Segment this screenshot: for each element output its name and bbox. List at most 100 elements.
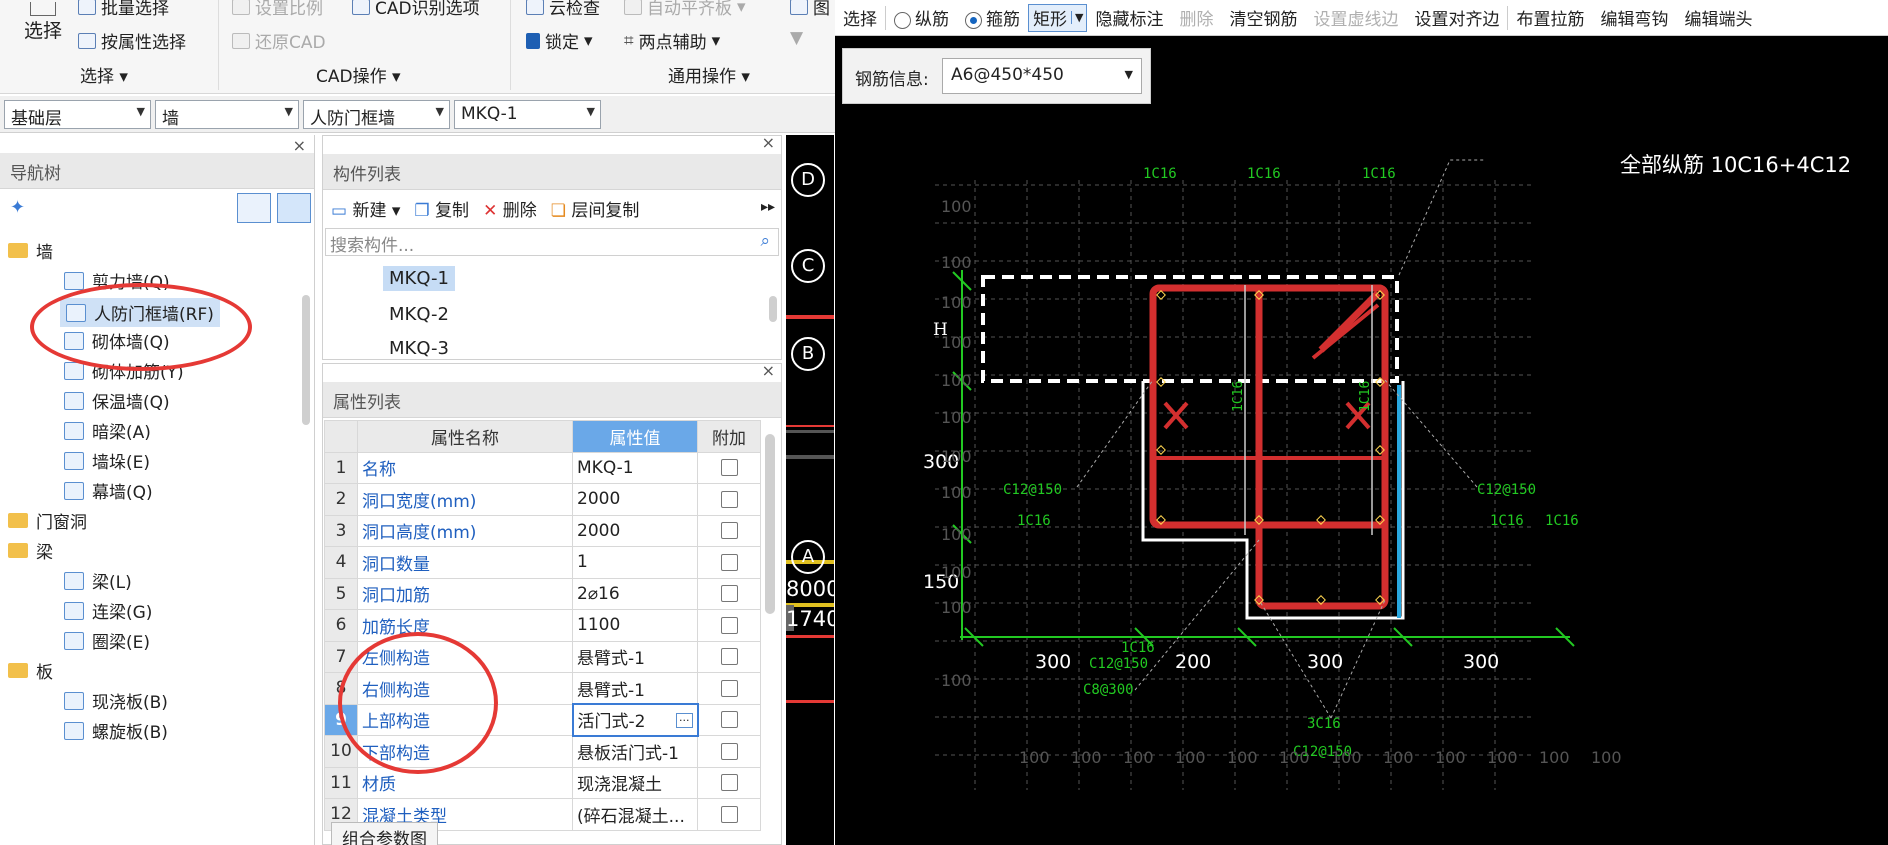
checkbox[interactable] (720, 616, 738, 634)
rebar-info-input[interactable]: A6@450*450 ▼ (942, 58, 1142, 94)
figure-button[interactable]: 图 (790, 0, 830, 19)
list-item[interactable]: MKQ-1 (383, 266, 455, 291)
filter-button[interactable]: ▼ (790, 28, 803, 48)
property-value[interactable]: 活门式-2 ··· (571, 703, 699, 737)
cad-canvas[interactable]: 全部纵筋 10C16+4C12 1C16 1C16 1C16 H 300 150… (835, 0, 1888, 845)
attr-select-button[interactable]: 按属性选择 (78, 28, 186, 53)
checkbox[interactable] (720, 490, 738, 508)
sparkle-icon[interactable]: ✦ (10, 197, 25, 218)
checkbox[interactable] (720, 522, 738, 540)
property-value[interactable]: 现浇混凝土 (572, 766, 698, 799)
checkbox[interactable] (720, 774, 738, 792)
cad-recognize-button[interactable]: CAD识别选项 (352, 0, 480, 19)
property-value[interactable]: 悬臂式-1 (572, 640, 698, 673)
checkbox[interactable] (720, 553, 738, 571)
table-row[interactable]: 3 洞口高度(mm) 2000 (324, 514, 761, 547)
checkbox[interactable] (720, 585, 738, 603)
checkbox[interactable] (720, 459, 738, 477)
restore-cad-button[interactable]: 还原CAD (232, 28, 326, 53)
place-tie-button[interactable]: 布置拉筋 (1508, 5, 1592, 30)
property-value[interactable]: 2000 (572, 514, 698, 547)
component-select[interactable]: MKQ-1 ▼ (454, 100, 601, 129)
tree-item[interactable]: 幕墙(Q) (64, 478, 153, 503)
floor-copy-button[interactable]: ❏ 层间复制 (551, 196, 640, 221)
table-row[interactable]: 2 洞口宽度(mm) 2000 (324, 483, 761, 516)
copy-button[interactable]: ❐ 复制 (414, 196, 469, 221)
select-big-button[interactable]: 选择 (14, 2, 72, 43)
search-input[interactable]: 搜索构件... ⌕ (325, 228, 779, 256)
detail-view-icon[interactable] (277, 193, 311, 223)
stirrup-radio[interactable]: 箍筋 (957, 5, 1028, 30)
select-button[interactable]: 选择 (835, 5, 885, 30)
scrollbar[interactable] (765, 434, 775, 614)
hide-label-button[interactable]: 隐藏标注 (1087, 5, 1171, 30)
property-value[interactable]: 2⌀16 (572, 577, 698, 610)
set-align-edge-button[interactable]: 设置对齐边 (1406, 5, 1507, 30)
cloud-check-button[interactable]: 云检查 (526, 0, 600, 19)
set-virtual-edge-button[interactable]: 设置虚线边 (1305, 5, 1406, 30)
new-button[interactable]: ▭ 新建 ▾ (331, 196, 400, 221)
list-view-icon[interactable] (237, 193, 271, 223)
property-value[interactable]: MKQ-1 (572, 451, 698, 484)
tree-folder[interactable]: 墙 (8, 238, 53, 263)
edit-end-button[interactable]: 编辑端头 (1676, 5, 1760, 30)
scrollbar[interactable] (769, 296, 777, 322)
scrollbar[interactable] (302, 295, 310, 425)
property-value[interactable]: 悬板活门式-1 (572, 735, 698, 768)
tree-item[interactable]: 暗梁(A) (64, 418, 151, 443)
tree-folder[interactable]: 梁 (8, 538, 53, 563)
extra-cell (697, 577, 761, 610)
group-select-label[interactable]: 选择 ▾ (80, 62, 128, 87)
two-point-aux-button[interactable]: ⌗ 两点辅助 ▾ (624, 28, 720, 54)
rebar-drawing[interactable]: 全部纵筋 10C16+4C12 1C16 1C16 1C16 H 300 150… (835, 0, 1888, 845)
checkbox[interactable] (720, 679, 738, 697)
close-icon[interactable]: × (293, 136, 306, 155)
tab-combined-params[interactable]: 组合参数图 (331, 822, 438, 845)
property-value[interactable]: 1 (572, 546, 698, 579)
checkbox[interactable] (720, 742, 738, 760)
tree-item[interactable]: 保温墙(Q) (64, 388, 170, 413)
tree-item[interactable]: 连梁(G) (64, 598, 152, 623)
type-select[interactable]: 墙 ▼ (155, 100, 299, 129)
close-icon[interactable]: × (762, 133, 775, 152)
table-row[interactable]: 1 名称 MKQ-1 (324, 451, 761, 484)
delete-button[interactable]: 删除 (1171, 5, 1221, 30)
subtype-select[interactable]: 人防门框墙 ▼ (303, 100, 450, 129)
ellipsis-button[interactable]: ··· (676, 713, 693, 729)
floor-select[interactable]: 基础层 ▼ (4, 100, 151, 129)
table-row[interactable]: 11 材质 现浇混凝土 (324, 766, 761, 799)
tree-item[interactable]: 螺旋板(B) (64, 718, 168, 743)
table-row[interactable]: 5 洞口加筋 2⌀16 (324, 577, 761, 610)
tree-folder[interactable]: 门窗洞 (8, 508, 87, 533)
tree-item[interactable]: 梁(L) (64, 568, 132, 593)
clear-rebar-button[interactable]: 清空钢筋 (1221, 5, 1305, 30)
lock-button[interactable]: 锁定 ▾ (526, 28, 593, 53)
more-icon[interactable]: ▸▸ (761, 199, 775, 215)
checkbox[interactable] (720, 711, 738, 729)
property-value[interactable]: (碎石混凝土... (572, 798, 698, 831)
list-item[interactable]: MKQ-3 (383, 336, 455, 358)
tree-item[interactable]: 圈梁(E) (64, 628, 150, 653)
close-icon[interactable]: × (762, 361, 775, 380)
property-value[interactable]: 1100 (572, 609, 698, 642)
tree-folder[interactable]: 板 (8, 658, 53, 683)
tree-item[interactable]: 墙垛(E) (64, 448, 150, 473)
table-row[interactable]: 4 洞口数量 1 (324, 546, 761, 579)
delete-button[interactable]: ✕ 删除 (483, 196, 537, 221)
batch-select-button[interactable]: 批量选择 (78, 0, 169, 19)
list-item[interactable]: MKQ-2 (383, 302, 455, 327)
edit-hook-button[interactable]: 编辑弯钩 (1592, 5, 1676, 30)
shape-select[interactable]: 矩形 ▼ (1028, 3, 1088, 32)
property-header: 属性列表 (323, 382, 781, 418)
group-general-label[interactable]: 通用操作 ▾ (668, 62, 750, 87)
tree-item[interactable]: 现浇板(B) (64, 688, 168, 713)
property-value[interactable]: 悬臂式-1 (572, 672, 698, 705)
set-scale-button[interactable]: 设置比例 (232, 0, 323, 19)
auto-align-button[interactable]: 自动平齐板 ▾ (624, 0, 746, 19)
checkbox[interactable] (720, 648, 738, 666)
group-cad-label[interactable]: CAD操作 ▾ (316, 62, 401, 87)
longitudinal-radio[interactable]: 纵筋 (886, 5, 957, 30)
property-value[interactable]: 2000 (572, 483, 698, 516)
plan-preview[interactable]: D C B A 8000 1740 (786, 135, 839, 845)
checkbox[interactable] (720, 805, 738, 823)
